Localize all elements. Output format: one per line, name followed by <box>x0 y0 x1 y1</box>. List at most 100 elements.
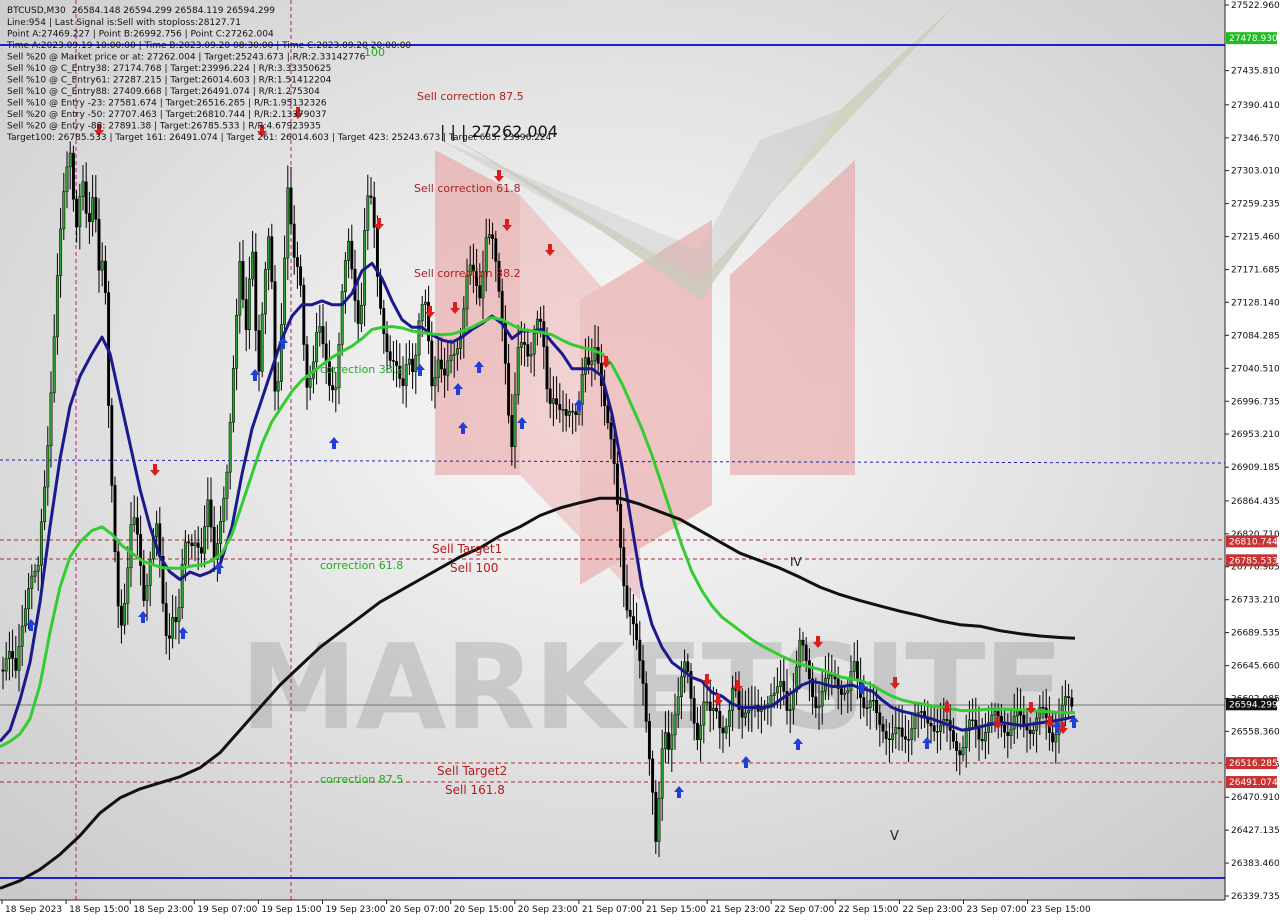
candle-body <box>801 639 805 646</box>
candle-body <box>135 517 139 535</box>
sell-100-label: Sell 100 <box>450 561 498 575</box>
candle-body <box>523 342 527 345</box>
candle-body <box>257 330 261 372</box>
candle-body <box>958 750 962 756</box>
sell-target1-label: Sell Target1 <box>432 542 502 556</box>
candle-body <box>667 732 671 750</box>
candle-body <box>203 526 207 554</box>
candle-body <box>606 405 610 424</box>
candle-body <box>171 617 175 639</box>
candle-body <box>996 711 1000 717</box>
candle-body <box>955 741 959 751</box>
candle-body <box>206 499 210 528</box>
candle-body <box>1012 715 1016 730</box>
candle-body <box>183 541 187 565</box>
candle-body <box>676 696 680 716</box>
candle-body <box>983 731 987 742</box>
candle-body <box>1054 734 1058 743</box>
candle-body <box>155 523 159 538</box>
time-tick-label: 19 Sep 23:00 <box>326 905 386 915</box>
candle-body <box>385 333 389 352</box>
candle-body <box>238 261 242 316</box>
candle-body <box>651 758 655 793</box>
price-tick-label: 27215.460 <box>1231 233 1280 243</box>
candle-body <box>340 291 344 345</box>
candle-body <box>123 602 127 626</box>
candle-body <box>430 340 434 387</box>
time-tick-label: 21 Sep 15:00 <box>646 905 706 915</box>
candle-body <box>113 485 117 553</box>
sell-correction-61-label: Sell correction 61.8 <box>414 182 521 195</box>
price-tick-label: 26383.460 <box>1231 859 1280 869</box>
candle-body <box>443 368 447 376</box>
candle-body <box>564 409 568 416</box>
candle-body <box>1031 729 1035 734</box>
time-tick-label: 23 Sep 07:00 <box>967 905 1027 915</box>
candle-body <box>855 661 859 681</box>
candle-body <box>875 699 879 714</box>
candle-body <box>500 290 504 322</box>
candle-body <box>324 343 328 362</box>
time-tick-label: 23 Sep 15:00 <box>1031 905 1091 915</box>
candle-body <box>743 712 747 718</box>
candle-body <box>145 585 149 601</box>
candle-body <box>711 707 715 711</box>
candle-body <box>334 387 338 391</box>
candle-body <box>219 521 223 544</box>
candle-body <box>100 260 104 271</box>
candle-body <box>772 692 776 696</box>
candle-body <box>971 719 975 722</box>
price-tick-label: 27522.960 <box>1231 1 1280 11</box>
candle-body <box>379 276 383 309</box>
candle-body <box>494 238 498 262</box>
candle-body <box>68 152 72 168</box>
price-tick-label: 26339.735 <box>1231 892 1280 902</box>
candle-body <box>721 727 725 734</box>
candle-body <box>478 285 482 299</box>
candle-body <box>196 542 200 548</box>
candle-body <box>817 705 821 709</box>
candle-body <box>46 445 50 488</box>
candle-body <box>449 355 453 362</box>
candle-body <box>20 625 24 647</box>
candle-body <box>4 658 8 672</box>
candle-body <box>193 542 197 546</box>
candle-body <box>846 690 850 694</box>
candle-body <box>222 497 226 522</box>
candle-body <box>347 240 351 261</box>
candle-body <box>231 368 235 423</box>
candle-body <box>94 197 98 220</box>
candle-body <box>839 688 843 695</box>
candle-body <box>39 521 43 566</box>
candle-body <box>779 681 783 687</box>
candle-body <box>596 347 600 364</box>
candle-body <box>177 607 181 623</box>
candle-body <box>286 187 290 259</box>
price-badge-label: 26491.074 <box>1229 778 1278 788</box>
candle-body <box>708 701 712 711</box>
price-tick-label: 26470.910 <box>1231 793 1280 803</box>
candle-body <box>1041 706 1045 709</box>
candle-body <box>951 730 955 742</box>
candle-body <box>891 733 895 741</box>
candle-body <box>455 348 459 355</box>
info-line: Sell %10 @ C_Entry38: 27174.768 | Target… <box>7 64 331 74</box>
candle-body <box>865 707 869 709</box>
price-tick-label: 27171.685 <box>1231 266 1280 276</box>
candle-body <box>583 357 587 375</box>
time-tick-label: 21 Sep 23:00 <box>710 905 770 915</box>
candle-body <box>235 314 239 369</box>
candle-body <box>78 196 82 228</box>
price-tick-label: 27259.235 <box>1231 200 1280 210</box>
candle-body <box>670 734 674 750</box>
candle-body <box>638 639 642 661</box>
candle-body <box>695 722 699 741</box>
candle-body <box>699 724 703 741</box>
candle-body <box>14 658 18 671</box>
candle-body <box>791 691 795 710</box>
price-chart[interactable]: MARKETSITE Sell correction 87.5 Sell cor… <box>0 0 1280 920</box>
candle-body <box>59 228 63 276</box>
candle-body <box>87 213 91 222</box>
candle-body <box>551 398 555 404</box>
candle-body <box>279 324 283 382</box>
